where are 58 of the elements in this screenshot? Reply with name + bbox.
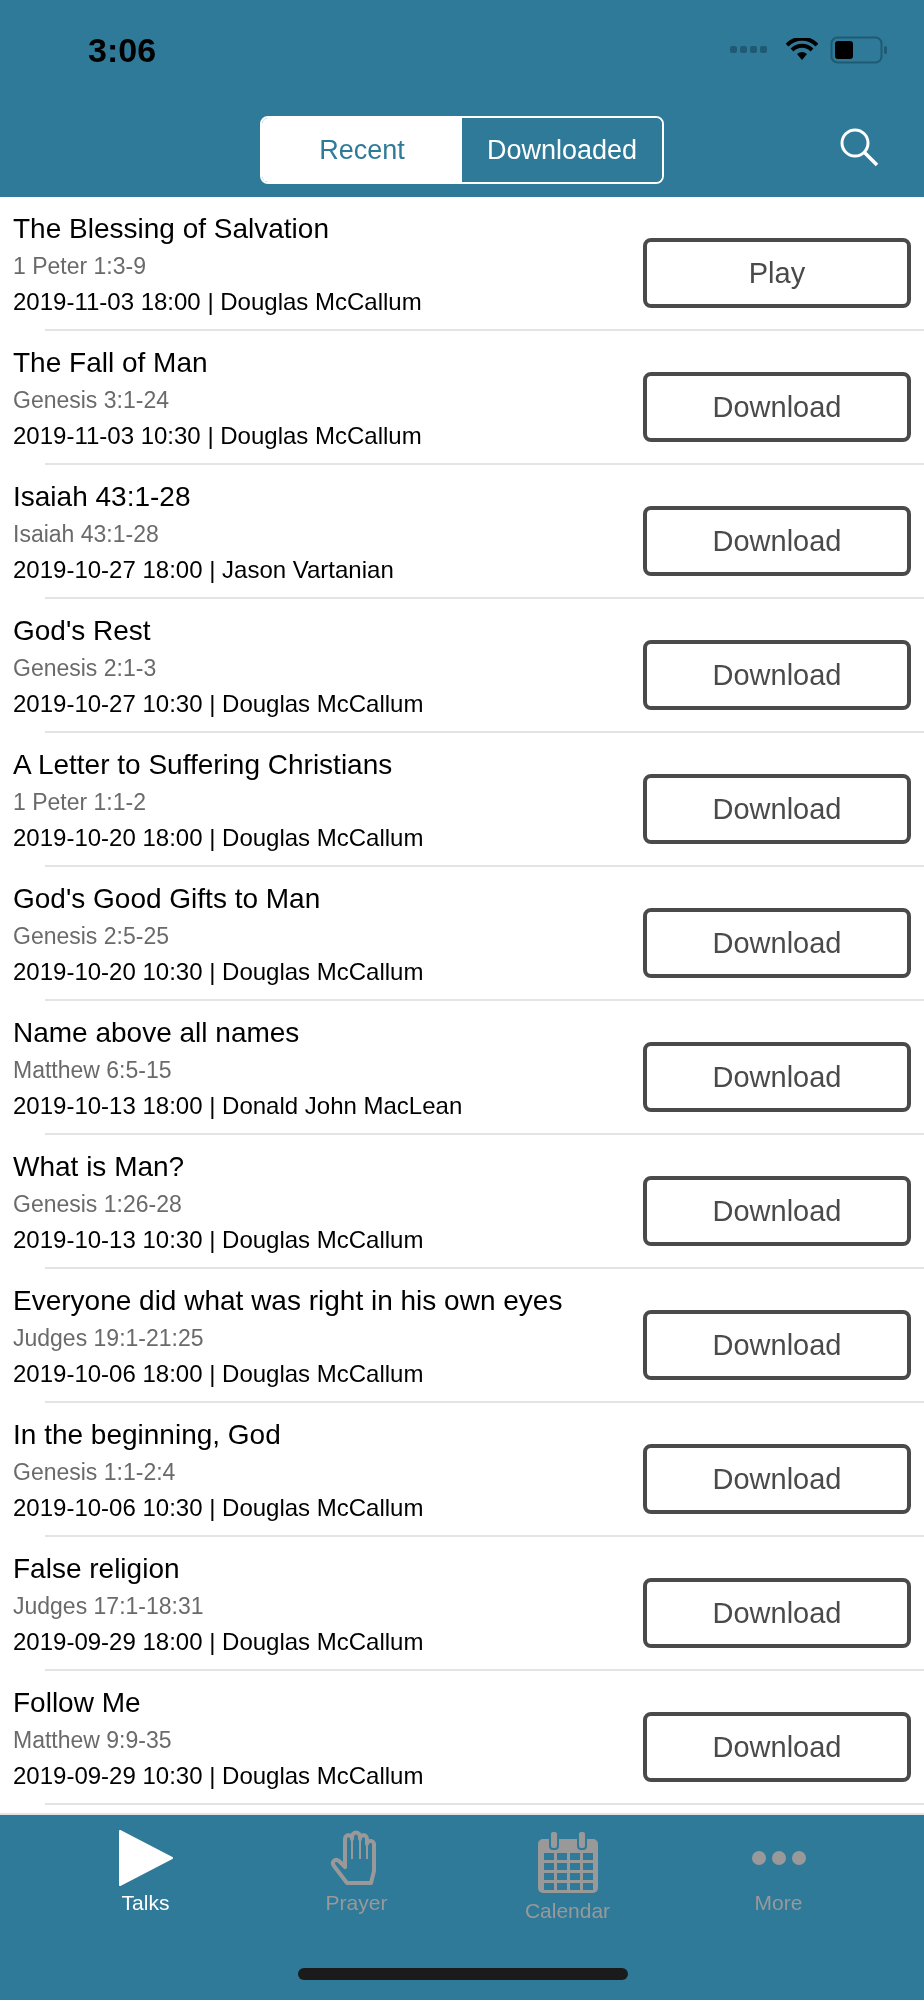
talk-title: Name above all names bbox=[13, 1016, 301, 1049]
segment-tab[interactable]: Recent bbox=[262, 118, 462, 182]
download-button[interactable]: Download bbox=[643, 372, 911, 442]
talk-date-speaker: 2019-11-03 18:00 | Douglas McCallum bbox=[13, 287, 423, 316]
talk-title: Everyone did what was right in his own eyes bbox=[13, 1284, 564, 1317]
talk-title: Follow Me bbox=[13, 1686, 142, 1719]
talk-passage: Judges 17:1-18:31 bbox=[13, 1592, 205, 1620]
talk-date-speaker: 2019-10-20 10:30 | Douglas McCallum bbox=[13, 957, 425, 986]
talk-passage: Judges 19:1-21:25 bbox=[13, 1324, 205, 1352]
status-time: 3:06 bbox=[88, 30, 157, 70]
talk-passage: Isaiah 43:1-28 bbox=[13, 520, 160, 548]
talk-passage: Genesis 2:1-3 bbox=[13, 654, 158, 682]
talk-date-speaker: 2019-10-06 18:00 | Douglas McCallum bbox=[13, 1359, 425, 1388]
download-button[interactable]: Download bbox=[643, 1712, 911, 1782]
download-button[interactable]: Download bbox=[643, 1176, 911, 1246]
talk-passage: Genesis 3:1-24 bbox=[13, 386, 170, 414]
talk-passage: Genesis 1:26-28 bbox=[13, 1190, 183, 1218]
more-icon bbox=[750, 1850, 807, 1866]
talk-title: A Letter to Suffering Christians bbox=[13, 748, 394, 781]
calendar-icon bbox=[535, 1829, 600, 1895]
talk-passage: Genesis 2:5-25 bbox=[13, 922, 170, 950]
signal-icon bbox=[730, 46, 770, 54]
tab-bar-item[interactable]: Talks bbox=[40, 1815, 251, 2000]
talk-passage: 1 Peter 1:1-2 bbox=[13, 788, 147, 816]
search-icon[interactable] bbox=[838, 126, 880, 168]
download-button[interactable]: Download bbox=[643, 1310, 911, 1380]
talk-date-speaker: 2019-10-20 18:00 | Douglas McCallum bbox=[13, 823, 425, 852]
talk-title: The Fall of Man bbox=[13, 346, 209, 379]
wifi-icon bbox=[786, 38, 818, 62]
download-button[interactable]: Download bbox=[643, 1042, 911, 1112]
talk-date-speaker: 2019-10-13 18:00 | Donald John MacLean bbox=[13, 1091, 464, 1120]
play-button[interactable]: Play bbox=[643, 238, 911, 308]
talk-title: God's Rest bbox=[13, 614, 152, 647]
talk-title: False religion bbox=[13, 1552, 181, 1585]
download-button[interactable]: Download bbox=[643, 640, 911, 710]
talk-passage: Matthew 9:9-35 bbox=[13, 1726, 173, 1754]
talk-passage: 1 Peter 1:3-9 bbox=[13, 252, 147, 280]
play-icon bbox=[117, 1829, 174, 1887]
talk-date-speaker: 2019-11-03 10:30 | Douglas McCallum bbox=[13, 421, 423, 450]
talk-title: What is Man? bbox=[13, 1150, 186, 1183]
download-button[interactable]: Download bbox=[643, 774, 911, 844]
download-button[interactable]: Download bbox=[643, 1444, 911, 1514]
talk-title: God's Good Gifts to Man bbox=[13, 882, 322, 915]
talk-passage: Genesis 1:1-2:4 bbox=[13, 1458, 177, 1486]
talk-date-speaker: 2019-10-27 10:30 | Douglas McCallum bbox=[13, 689, 425, 718]
talk-title: In the beginning, God bbox=[13, 1418, 282, 1451]
talk-date-speaker: 2019-10-13 10:30 | Douglas McCallum bbox=[13, 1225, 425, 1254]
talk-date-speaker: 2019-10-27 18:00 | Jason Vartanian bbox=[13, 555, 395, 584]
talk-date-speaker: 2019-10-06 10:30 | Douglas McCallum bbox=[13, 1493, 425, 1522]
talk-date-speaker: 2019-09-29 10:30 | Douglas McCallum bbox=[13, 1761, 425, 1790]
talk-date-speaker: 2019-09-29 18:00 | Douglas McCallum bbox=[13, 1627, 425, 1656]
talk-title: The Blessing of Salvation bbox=[13, 212, 330, 245]
talk-title: Isaiah 43:1-28 bbox=[13, 480, 192, 513]
download-button[interactable]: Download bbox=[643, 1578, 911, 1648]
download-button[interactable]: Download bbox=[643, 506, 911, 576]
download-button[interactable]: Download bbox=[643, 908, 911, 978]
battery-icon bbox=[830, 36, 888, 64]
talk-passage: Matthew 6:5-15 bbox=[13, 1056, 173, 1084]
